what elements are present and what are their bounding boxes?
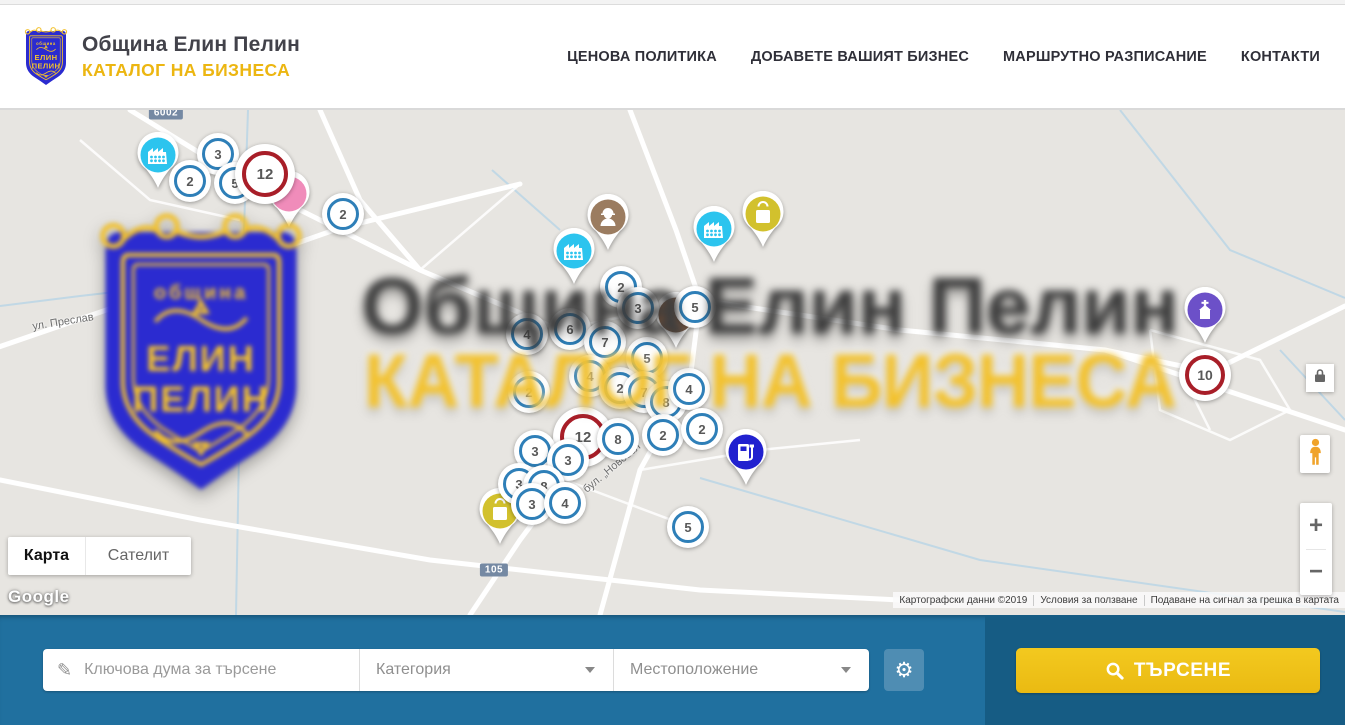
google-logo[interactable]: Google <box>8 587 70 607</box>
top-strip <box>0 0 1345 5</box>
pencil-icon: ✎ <box>57 660 72 681</box>
nav-item[interactable]: ЦЕНОВА ПОЛИТИКА <box>567 49 717 65</box>
page: община ЕЛИН ПЕЛИН Община Елин Пелин КАТА… <box>0 0 1345 725</box>
watermark-crest: община ЕЛИН ПЕЛИН <box>85 213 317 499</box>
location-select-value: Местоположение <box>630 661 758 679</box>
map-pin-fuel[interactable] <box>723 429 769 487</box>
search-button-label: ТЪРСЕНЕ <box>1134 660 1231 682</box>
location-select[interactable]: Местоположение <box>613 649 869 691</box>
chevron-down-icon <box>585 667 595 673</box>
lock-control[interactable] <box>1306 364 1334 392</box>
zoom-in-button[interactable]: + <box>1300 503 1332 549</box>
nav-item[interactable]: КОНТАКТИ <box>1241 49 1320 65</box>
road-number-badge: 105 <box>480 564 508 577</box>
attribution-link[interactable]: Подаване на сигнал за грешка в картата <box>1144 595 1345 606</box>
category-select[interactable]: Категория <box>359 649 613 691</box>
svg-text:ЕЛИН: ЕЛИН <box>146 338 255 379</box>
site-logo[interactable]: община ЕЛИН ПЕЛИН Община Елин Пелин КАТА… <box>22 27 300 87</box>
search-icon <box>1105 661 1124 680</box>
attribution-link[interactable]: Условия за ползване <box>1033 595 1143 606</box>
road-number-badge: 6002 <box>149 110 183 120</box>
zoom-out-button[interactable]: − <box>1300 550 1332 596</box>
logo-text: Община Елин Пелин КАТАЛОГ НА БИЗНЕСА <box>82 33 300 81</box>
keyword-field-wrapper: ✎ <box>43 649 359 691</box>
advanced-search-button[interactable]: ⚙ <box>884 649 924 691</box>
zoom-controls: + − <box>1300 503 1332 595</box>
map-pin-shopping-bag[interactable] <box>740 191 786 249</box>
lock-icon <box>1314 368 1326 388</box>
cluster-marker[interactable]: 4 <box>544 482 586 524</box>
search-button[interactable]: ТЪРСЕНЕ <box>1016 648 1320 693</box>
keyword-search-input[interactable] <box>84 661 351 679</box>
logo-crest-image: община ЕЛИН ПЕЛИН <box>22 27 70 87</box>
nav-item[interactable]: ДОБАВЕТЕ ВАШИЯТ БИЗНЕС <box>751 49 969 65</box>
pegman-icon <box>1307 438 1324 471</box>
map-type-satellite-button[interactable]: Сателит <box>85 537 191 575</box>
cluster-marker[interactable]: 2 <box>322 193 364 235</box>
map-pin-factory[interactable] <box>691 206 737 264</box>
cluster-marker[interactable]: 12 <box>235 144 295 204</box>
watermark-subtitle: КАТАЛОГ НА БИЗНЕСА <box>352 338 1188 425</box>
logo-title: Община Елин Пелин <box>82 33 300 57</box>
map-type-map-button[interactable]: Карта <box>8 537 85 575</box>
cluster-marker[interactable]: 2 <box>169 160 211 202</box>
search-input-group: ✎ Категория Местоположение <box>43 649 869 691</box>
attribution-text: Картографски данни ©2019 <box>893 595 1033 606</box>
main-nav: ЦЕНОВА ПОЛИТИКА ДОБАВЕТЕ ВАШИЯТ БИЗНЕС МАР… <box>567 49 1320 65</box>
gear-icon: ⚙ <box>895 658 914 683</box>
cluster-marker[interactable]: 5 <box>667 506 709 548</box>
map-type-controls: Карта Сателит <box>8 537 191 575</box>
header: община ЕЛИН ПЕЛИН Община Елин Пелин КАТА… <box>0 5 1345 110</box>
map-attribution: Картографски данни ©2019Условия за ползв… <box>893 592 1345 608</box>
chevron-down-icon <box>841 667 851 673</box>
search-bar: ✎ Категория Местоположение ⚙ ТЪРСЕНЕ <box>0 615 1345 725</box>
category-select-value: Категория <box>376 661 451 679</box>
svg-text:ПЕЛИН: ПЕЛИН <box>132 378 269 419</box>
logo-subtitle: КАТАЛОГ НА БИЗНЕСА <box>82 60 300 81</box>
nav-item[interactable]: МАРШРУТНО РАЗПИСАНИЕ <box>1003 49 1207 65</box>
map-canvas[interactable]: 6002105 ул. Преславбул. „Новосел <box>0 110 1345 615</box>
svg-text:ПЕЛИН: ПЕЛИН <box>32 61 61 70</box>
pegman-control[interactable] <box>1300 435 1330 473</box>
svg-text:ЕЛИН: ЕЛИН <box>35 53 58 62</box>
